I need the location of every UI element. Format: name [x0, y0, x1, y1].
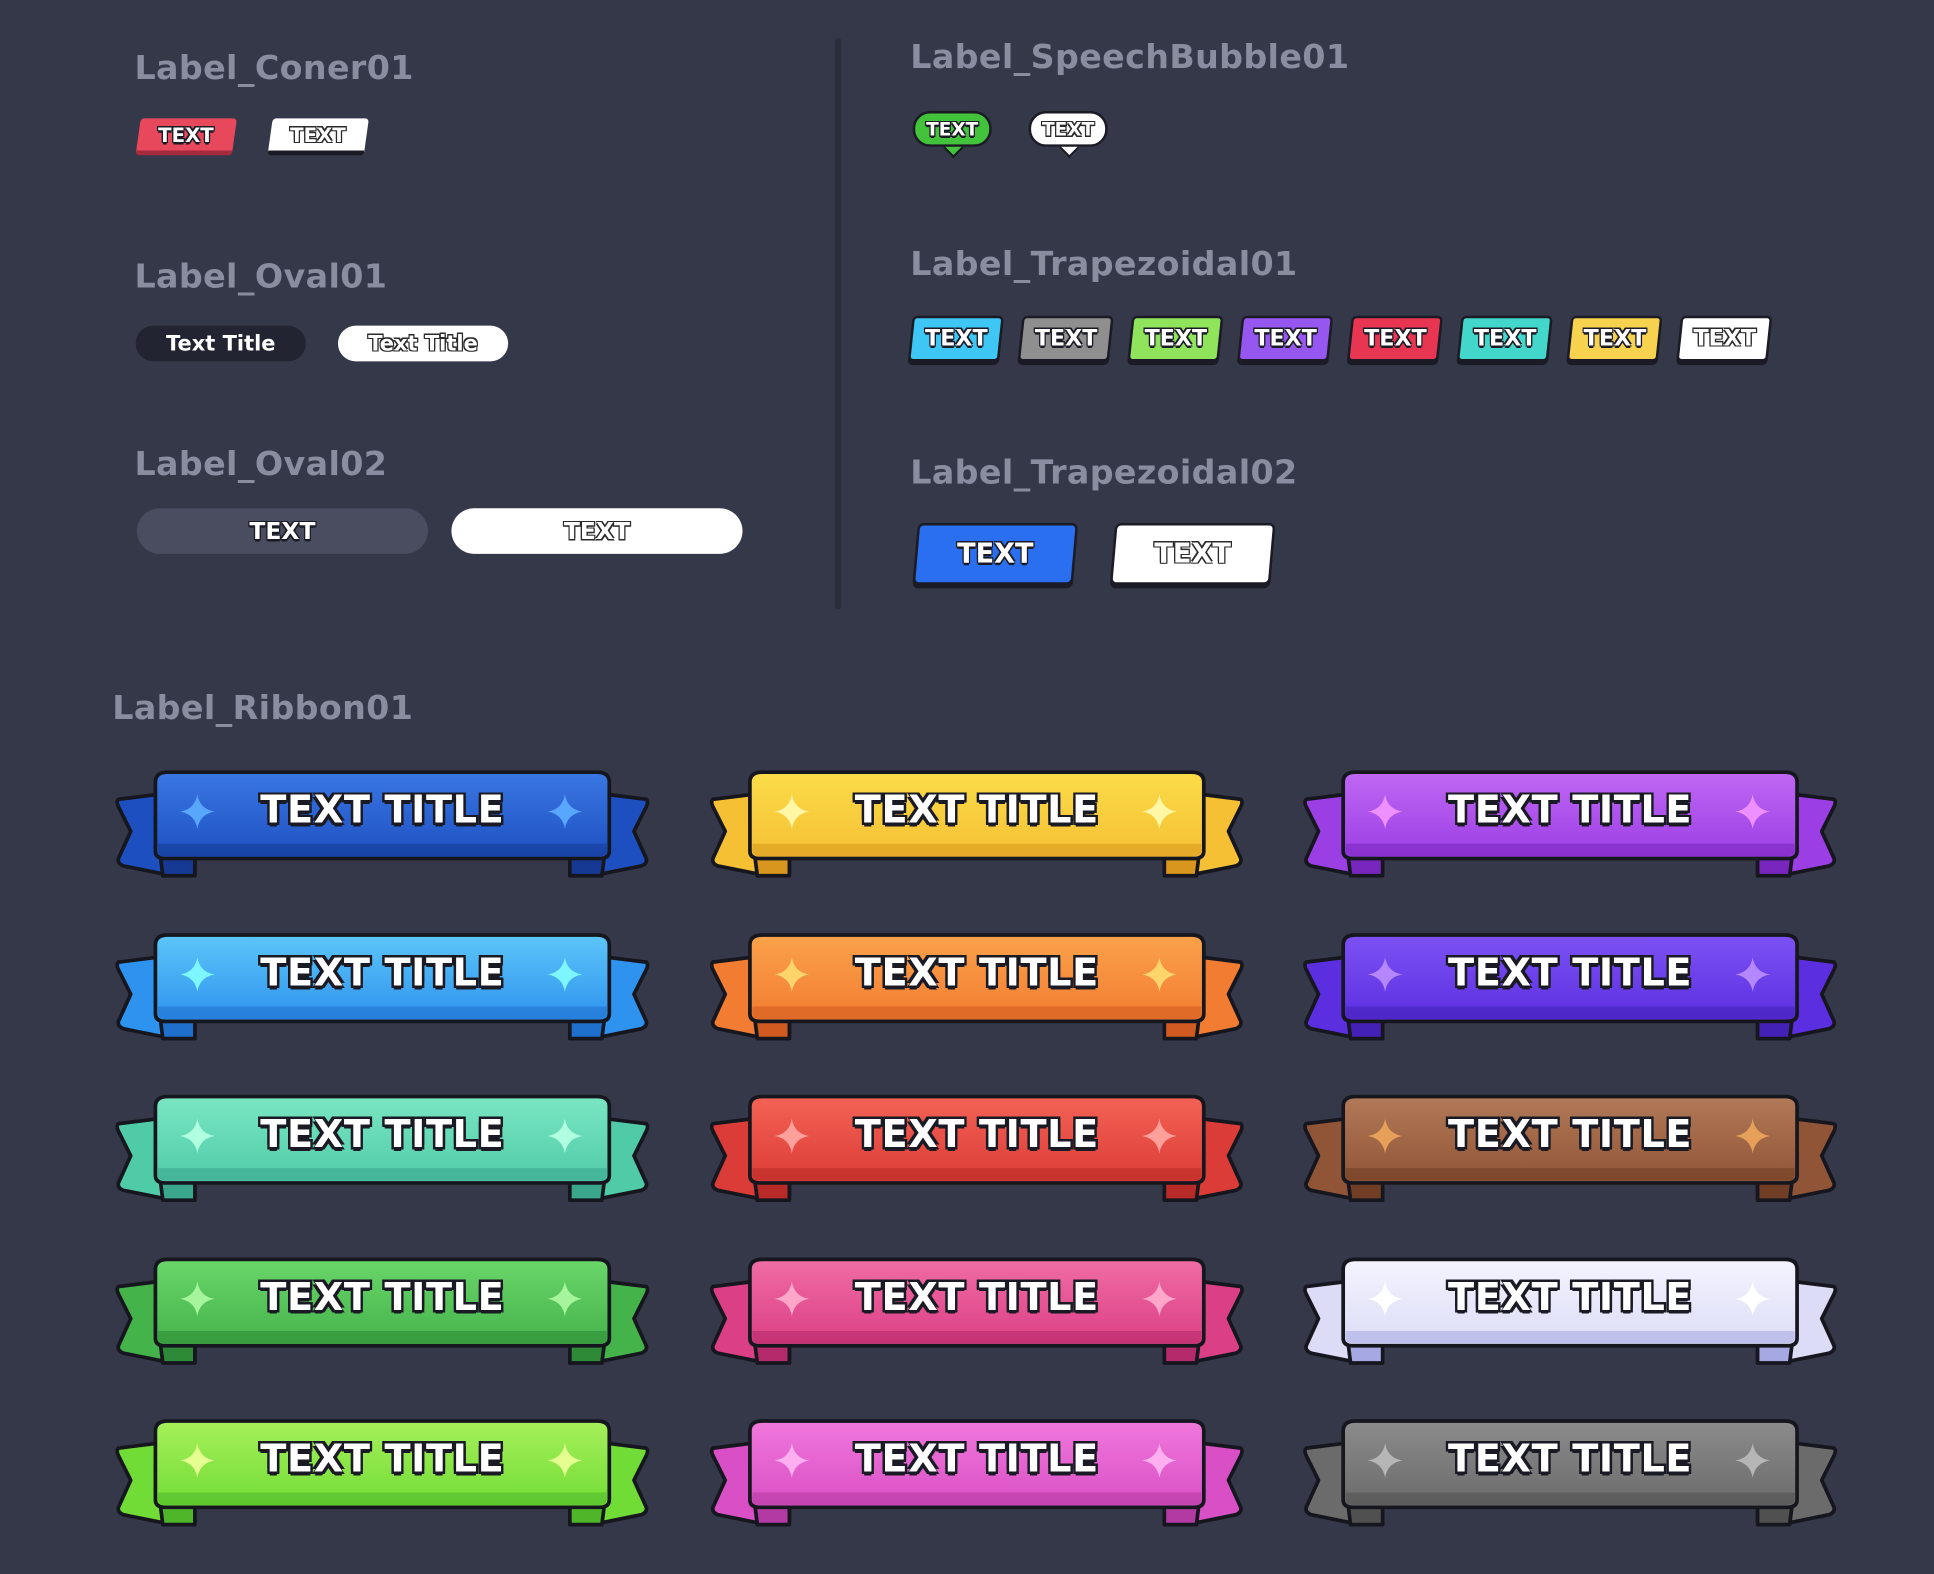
trapezoidal1-label-text: TEXT — [1583, 325, 1646, 352]
ribbon-band-shade — [1345, 1168, 1795, 1181]
trapezoidal1-label[interactable]: TEXT — [1127, 315, 1224, 362]
ribbon-band-shade — [752, 1330, 1202, 1344]
corner-label-red[interactable]: TEXT — [135, 118, 237, 156]
ribbon-title-text: TEXT TITLE — [854, 1275, 1099, 1320]
trapezoidal2-label-blue-text: TEXT — [957, 538, 1034, 570]
oval1-label-dark[interactable]: Text Title — [135, 325, 306, 362]
ribbon-banner[interactable]: TEXT TITLE — [708, 1257, 1246, 1374]
ribbon-title-text: TEXT TITLE — [1448, 788, 1693, 833]
ribbon-band-shade — [157, 1330, 607, 1344]
ribbon-title-text: TEXT TITLE — [260, 1437, 505, 1482]
ribbon-band-shade — [1345, 1492, 1795, 1505]
ribbon-banner[interactable]: TEXT TITLE — [113, 770, 651, 887]
ribbon-title-text: TEXT TITLE — [260, 951, 505, 996]
ribbon-title-text: TEXT TITLE — [260, 1112, 505, 1158]
ribbon-title-text: TEXT TITLE — [260, 788, 505, 833]
oval2-label-gray[interactable]: TEXT — [136, 508, 428, 554]
trapezoidal1-label-text: TEXT — [1253, 325, 1317, 352]
ribbon-band-shade — [157, 1168, 607, 1181]
column-divider — [835, 38, 842, 610]
corner-label-white-text: TEXT — [290, 122, 347, 147]
corner-label-white[interactable]: TEXT — [267, 118, 369, 156]
ribbon-band-shade — [752, 1168, 1202, 1181]
corner-label-red-text: TEXT — [158, 122, 215, 147]
section-title-speech-bubble: Label_SpeechBubble01 — [910, 38, 1350, 77]
ribbon-banner[interactable]: TEXT TITLE — [113, 1094, 651, 1211]
section-title-trapezoidal2: Label_Trapezoidal02 — [910, 453, 1298, 493]
ribbon-band-shade — [1345, 1330, 1795, 1344]
ribbon-band-shade — [157, 843, 607, 857]
trapezoidal1-label-text: TEXT — [924, 325, 988, 352]
ribbon-banner[interactable]: TEXT TITLE — [1301, 1094, 1839, 1211]
ribbon-banner[interactable]: TEXT TITLE — [1301, 1419, 1839, 1536]
ribbon-banner[interactable]: TEXT TITLE — [113, 1257, 651, 1374]
ribbon-banner[interactable]: TEXT TITLE — [708, 1419, 1246, 1536]
ribbon-title-text: TEXT TITLE — [1448, 1437, 1693, 1482]
trapezoidal1-label[interactable]: TEXT — [1566, 315, 1663, 362]
oval2-label-white-text: TEXT — [563, 517, 630, 545]
trapezoidal1-label[interactable]: TEXT — [1017, 315, 1114, 362]
ribbon-title-text: TEXT TITLE — [854, 1112, 1099, 1158]
ribbon-band-shade — [752, 1492, 1202, 1505]
section-title-ribbon: Label_Ribbon01 — [112, 689, 414, 728]
oval1-label-white-text: Text Title — [368, 331, 478, 356]
ribbon-title-text: TEXT TITLE — [854, 1437, 1099, 1482]
ribbon-banner[interactable]: TEXT TITLE — [1301, 1257, 1839, 1374]
ribbon-band-shade — [1345, 843, 1795, 857]
oval1-label-white[interactable]: Text Title — [337, 325, 509, 362]
trapezoidal1-label[interactable]: TEXT — [1237, 315, 1334, 362]
ribbon-band-shade — [752, 1006, 1202, 1019]
speech-bubble-green[interactable]: TEXT — [912, 111, 992, 147]
ribbon-banner[interactable]: TEXT TITLE — [113, 933, 651, 1050]
ribbon-banner[interactable]: TEXT TITLE — [708, 770, 1246, 887]
ribbon-title-text: TEXT TITLE — [1448, 951, 1693, 996]
section-title-oval2: Label_Oval02 — [134, 445, 388, 484]
ribbon-band-shade — [157, 1492, 607, 1505]
section-title-oval1: Label_Oval01 — [134, 257, 388, 297]
oval2-label-gray-text: TEXT — [249, 517, 316, 545]
trapezoidal2-label-blue[interactable]: TEXT — [912, 523, 1079, 585]
ribbon-title-text: TEXT TITLE — [854, 788, 1099, 833]
trapezoidal2-label-white[interactable]: TEXT — [1109, 523, 1276, 585]
trapezoidal2-label-white-text: TEXT — [1154, 538, 1231, 570]
trapezoidal1-label[interactable]: TEXT — [1676, 315, 1773, 362]
ribbon-banner[interactable]: TEXT TITLE — [113, 1419, 651, 1536]
ribbon-banner[interactable]: TEXT TITLE — [1301, 933, 1839, 1050]
trapezoidal1-label[interactable]: TEXT — [1346, 315, 1444, 362]
ribbon-banner[interactable]: TEXT TITLE — [708, 933, 1246, 1050]
trapezoidal1-label[interactable]: TEXT — [907, 315, 1004, 362]
speech-bubble-green-text: TEXT — [926, 117, 979, 141]
ribbon-title-text: TEXT TITLE — [260, 1275, 505, 1320]
oval2-label-white[interactable]: TEXT — [451, 508, 743, 554]
trapezoidal1-label-text: TEXT — [1034, 325, 1097, 352]
ribbon-band-shade — [157, 1006, 607, 1019]
ribbon-band-shade — [1345, 1006, 1795, 1019]
speech-bubble-white[interactable]: TEXT — [1028, 111, 1108, 147]
ribbon-title-text: TEXT TITLE — [1448, 1275, 1693, 1320]
ribbon-title-text: TEXT TITLE — [1448, 1112, 1693, 1158]
ribbon-banner[interactable]: TEXT TITLE — [708, 1094, 1246, 1211]
section-title-trapezoidal1: Label_Trapezoidal01 — [910, 245, 1298, 284]
ribbon-title-text: TEXT TITLE — [854, 951, 1099, 996]
trapezoidal1-label-text: TEXT — [1473, 325, 1537, 352]
trapezoidal1-label-text: TEXT — [1144, 325, 1207, 352]
ribbon-band-shade — [752, 843, 1202, 857]
section-title-corner: Label_Coner01 — [134, 49, 414, 88]
trapezoidal1-label-text: TEXT — [1363, 325, 1427, 352]
trapezoidal1-label-text: TEXT — [1692, 325, 1756, 352]
trapezoidal1-label[interactable]: TEXT — [1456, 315, 1553, 362]
ribbon-banner[interactable]: TEXT TITLE — [1301, 770, 1839, 887]
speech-bubble-white-text: TEXT — [1042, 117, 1095, 141]
oval1-label-dark-text: Text Title — [166, 331, 276, 356]
